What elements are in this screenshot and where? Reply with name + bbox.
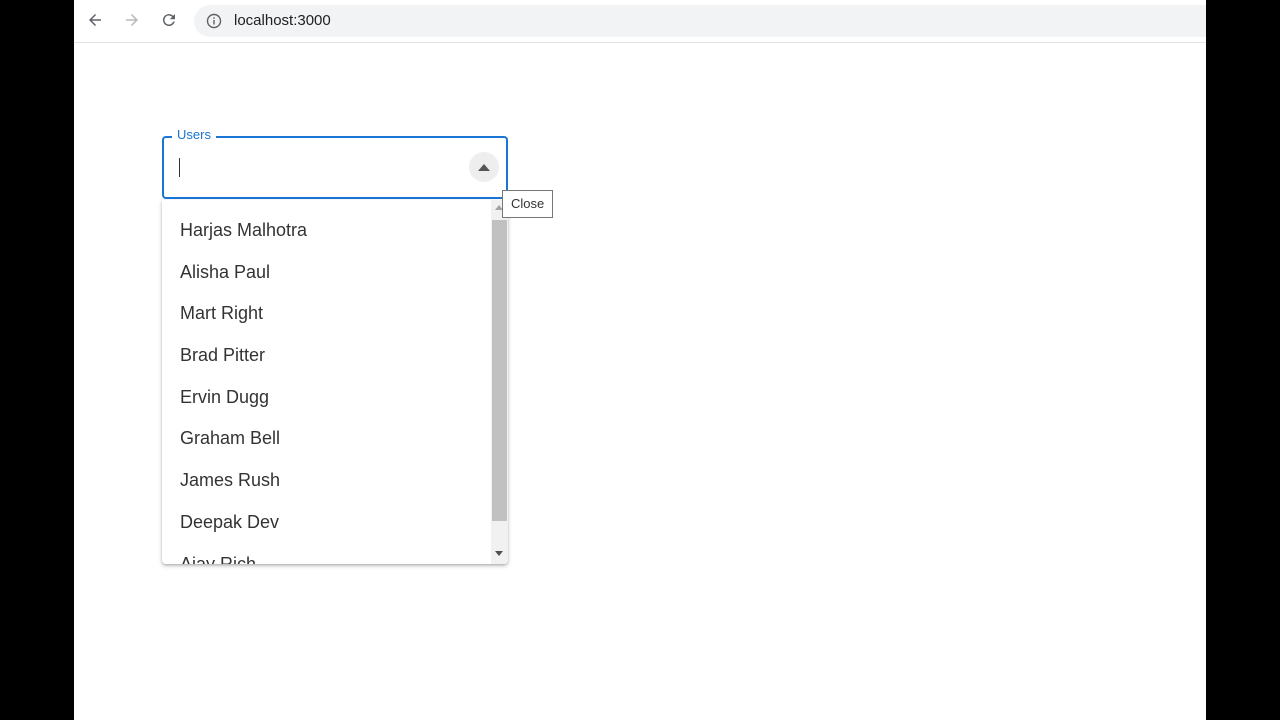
arrow-right-icon [126, 14, 138, 26]
arrow-left-icon [89, 14, 101, 26]
reload-button[interactable] [155, 6, 183, 34]
forward-button[interactable] [118, 6, 146, 34]
browser-window: localhost:3000 Users Harjas Malhotra Ali… [74, 0, 1206, 720]
back-button[interactable] [81, 6, 109, 34]
option-harjas-malhotra[interactable]: Harjas Malhotra [162, 210, 491, 252]
url-text: localhost:3000 [234, 12, 331, 29]
options-list: Harjas Malhotra Alisha Paul Mart Right B… [162, 210, 491, 564]
close-popup-button[interactable] [469, 152, 499, 182]
arrow-up-icon [478, 163, 490, 171]
option-graham-bell[interactable]: Graham Bell [162, 418, 491, 460]
users-input[interactable] [162, 136, 508, 199]
option-alisha-paul[interactable]: Alisha Paul [162, 252, 491, 294]
browser-toolbar: localhost:3000 [74, 0, 1206, 43]
option-mart-right[interactable]: Mart Right [162, 293, 491, 335]
option-brad-pitter[interactable]: Brad Pitter [162, 335, 491, 377]
scroll-down-icon[interactable] [495, 551, 503, 556]
users-field-label: Users [172, 127, 216, 143]
scrollbar-thumb[interactable] [492, 220, 507, 521]
option-ervin-dugg[interactable]: Ervin Dugg [162, 377, 491, 419]
address-bar[interactable]: localhost:3000 [194, 5, 1206, 37]
close-tooltip: Close [502, 190, 554, 218]
text-caret [179, 158, 180, 177]
option-james-rush[interactable]: James Rush [162, 460, 491, 502]
info-icon[interactable] [206, 13, 222, 29]
options-listbox: Harjas Malhotra Alisha Paul Mart Right B… [162, 200, 508, 564]
option-ajay-rich[interactable]: Ajay Rich [162, 544, 491, 565]
listbox-scrollbar[interactable] [491, 200, 508, 564]
option-deepak-dev[interactable]: Deepak Dev [162, 502, 491, 544]
reload-icon [162, 14, 175, 27]
